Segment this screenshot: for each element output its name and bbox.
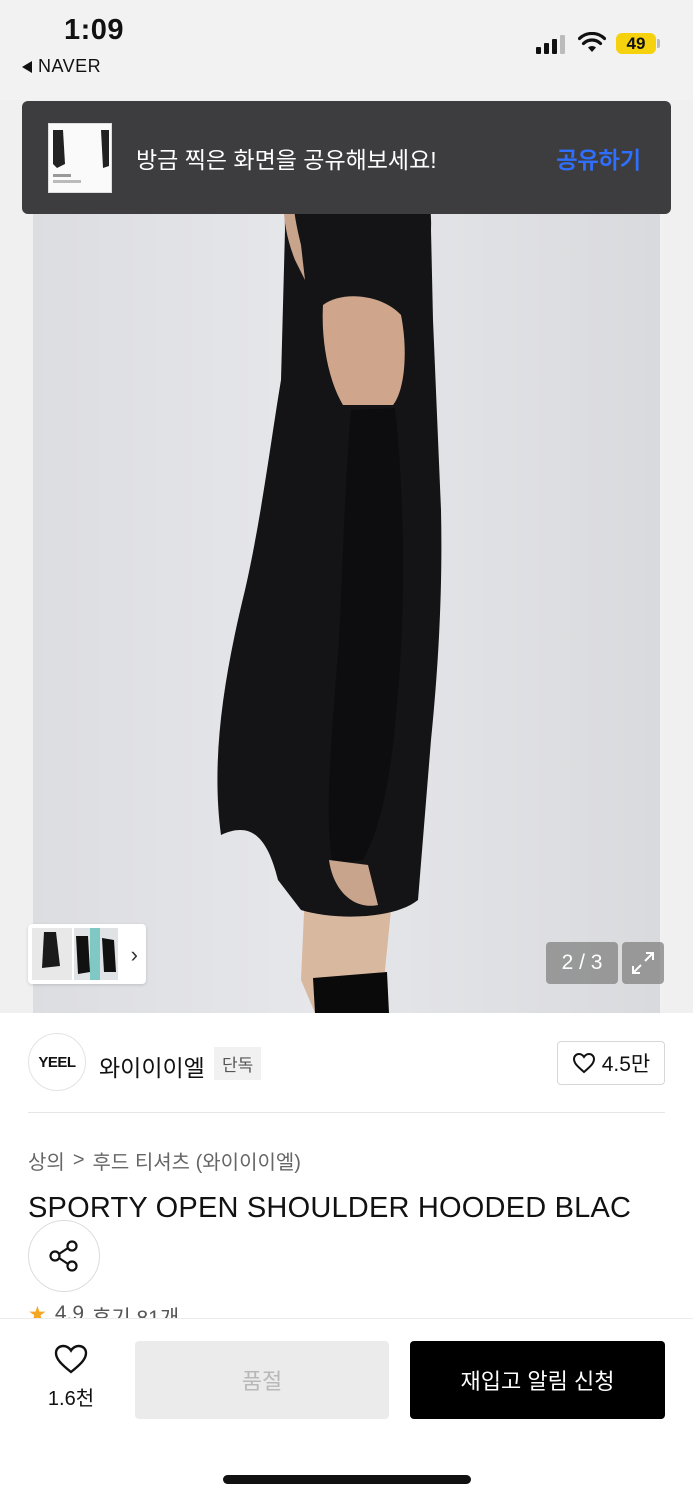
brand-like-count: 4.5만 bbox=[601, 1053, 651, 1076]
home-indicator bbox=[223, 1475, 471, 1484]
rating-value: 4.9 bbox=[54, 1302, 85, 1318]
share-action-button[interactable]: 공유하기 bbox=[556, 141, 641, 175]
back-triangle-icon bbox=[22, 60, 32, 73]
brand-row: YEEL 와이이이엘 단독 4.5만 bbox=[0, 1013, 693, 1113]
product-title: SPORTY OPEN SHOULDER HOODED BLAC bbox=[28, 1192, 632, 1224]
share-toast: 방금 찍은 화면을 공유해보세요! 공유하기 bbox=[22, 101, 671, 214]
product-image-area[interactable] bbox=[0, 100, 693, 1013]
expand-button[interactable] bbox=[622, 942, 664, 984]
heart-icon bbox=[572, 1052, 595, 1074]
exclusive-badge: 단독 bbox=[214, 1047, 262, 1080]
share-icon bbox=[49, 1240, 78, 1272]
screenshot-thumbnail[interactable] bbox=[48, 123, 112, 193]
thumbnail-1[interactable] bbox=[32, 928, 72, 980]
thumbnail-2[interactable] bbox=[74, 928, 118, 980]
toast-message: 방금 찍은 화면을 공유해보세요! bbox=[136, 147, 437, 173]
battery-indicator: 49 bbox=[616, 33, 656, 54]
restock-alert-button[interactable]: 재입고 알림 신청 bbox=[410, 1341, 665, 1419]
star-icon: ★ bbox=[28, 1303, 47, 1318]
battery-tip bbox=[657, 39, 660, 48]
status-bar: 1:09 NAVER 49 bbox=[0, 0, 693, 100]
model-illustration bbox=[217, 124, 442, 1013]
breadcrumb-category[interactable]: 상의 bbox=[28, 1146, 65, 1175]
rating-row[interactable]: ★ 4.9 후기 81개 bbox=[28, 1302, 179, 1318]
brand-logo[interactable]: YEEL bbox=[28, 1033, 86, 1091]
divider bbox=[28, 1112, 665, 1113]
share-button[interactable] bbox=[28, 1220, 100, 1292]
back-app-label: NAVER bbox=[38, 56, 102, 76]
brand-like-button[interactable]: 4.5만 bbox=[557, 1041, 665, 1085]
image-counter: 2 / 3 bbox=[546, 942, 618, 984]
image-thumbnails[interactable]: › bbox=[28, 924, 146, 984]
clock: 1:09 bbox=[64, 14, 125, 46]
heart-icon bbox=[54, 1344, 88, 1374]
expand-icon bbox=[632, 952, 654, 974]
wishlist-count: 1.6천 bbox=[47, 1388, 95, 1410]
product-photo[interactable] bbox=[33, 120, 660, 1013]
review-count: 후기 81개 bbox=[92, 1302, 179, 1318]
wishlist-button[interactable]: 1.6천 bbox=[40, 1343, 102, 1411]
brand-name[interactable]: 와이이이엘 bbox=[99, 1049, 205, 1083]
cellular-signal-icon bbox=[536, 34, 565, 54]
chevron-right-icon: › bbox=[130, 942, 138, 967]
back-to-app-button[interactable]: NAVER bbox=[22, 56, 101, 77]
sold-out-button: 품절 bbox=[135, 1341, 389, 1419]
bottom-action-bar: 1.6천 품절 재입고 알림 신청 bbox=[0, 1318, 693, 1501]
breadcrumb-subcategory[interactable]: 후드 티셔츠 (와이이이엘) bbox=[93, 1146, 301, 1175]
breadcrumb: 상의 > 후드 티셔츠 (와이이이엘) bbox=[28, 1146, 301, 1175]
wifi-icon bbox=[578, 32, 606, 52]
breadcrumb-separator: > bbox=[72, 1149, 85, 1171]
